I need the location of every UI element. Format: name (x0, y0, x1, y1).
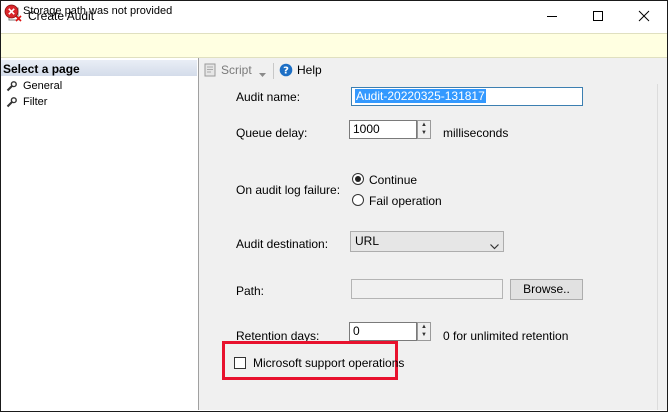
vertical-scrollbar[interactable] (657, 84, 667, 410)
page-item-filter[interactable]: Filter (6, 94, 47, 110)
stepper-down-icon[interactable]: ▼ (418, 331, 430, 339)
queue-delay-label: Queue delay: (236, 126, 308, 140)
toolbar-separator (273, 63, 274, 79)
page-item-general-label: General (23, 80, 63, 92)
script-button[interactable]: Script (203, 63, 252, 77)
destination-value: URL (355, 234, 380, 248)
page-item-general[interactable]: General (6, 78, 62, 94)
audit-name-label: Audit name: (236, 90, 301, 104)
ms-support-label[interactable]: Microsoft support operations (253, 356, 404, 370)
audit-name-input[interactable]: Audit-20220325-131817 (351, 87, 583, 106)
radio-selected-dot (355, 176, 361, 182)
queue-delay-input[interactable]: 1000 (349, 120, 417, 139)
destination-label: Audit destination: (236, 237, 329, 251)
destination-dropdown-arrow[interactable] (490, 239, 499, 253)
queue-delay-stepper[interactable]: ▲ ▼ (417, 120, 431, 139)
page-selector-pane (1, 58, 199, 410)
fail-operation-radio[interactable] (352, 194, 364, 206)
path-input[interactable] (351, 279, 503, 299)
chevron-down-icon (259, 73, 266, 77)
script-dropdown-arrow[interactable] (259, 67, 266, 81)
path-label: Path: (236, 284, 265, 298)
minimize-button[interactable] (529, 1, 575, 31)
page-selector-title: Select a page (3, 62, 80, 76)
help-label: Help (297, 63, 322, 77)
ms-support-checkbox[interactable] (234, 357, 246, 369)
maximize-icon (593, 11, 603, 21)
error-bar (1, 33, 667, 58)
script-label: Script (221, 63, 252, 77)
toolbar (199, 58, 667, 84)
fail-operation-radio-label[interactable]: Fail operation (369, 194, 442, 208)
continue-radio-label[interactable]: Continue (369, 173, 417, 187)
close-button[interactable] (621, 1, 667, 31)
help-icon: ? (279, 63, 293, 77)
minimize-icon (547, 16, 557, 17)
maximize-button[interactable] (575, 1, 621, 31)
retention-days-value: 0 (353, 324, 360, 338)
chevron-down-icon (490, 244, 499, 250)
wrench-icon (6, 80, 17, 91)
stepper-up-icon[interactable]: ▲ (418, 121, 430, 129)
stepper-down-icon[interactable]: ▼ (418, 129, 430, 137)
script-icon (204, 63, 216, 77)
stepper-up-icon[interactable]: ▲ (418, 323, 430, 331)
close-icon (638, 10, 650, 22)
queue-delay-unit: milliseconds (443, 126, 509, 140)
error-icon (4, 4, 19, 19)
error-message: Storage path was not provided (23, 5, 173, 17)
browse-button[interactable]: Browse.. (510, 279, 583, 300)
retention-days-stepper[interactable]: ▲ ▼ (417, 322, 431, 341)
continue-radio[interactable] (352, 173, 364, 185)
destination-select[interactable]: URL (350, 231, 504, 252)
page-item-filter-label: Filter (23, 96, 48, 108)
retention-days-input[interactable]: 0 (349, 322, 417, 341)
help-button[interactable]: ? Help (279, 63, 322, 77)
svg-text:?: ? (283, 66, 289, 77)
audit-name-value: Audit-20220325-131817 (355, 89, 486, 103)
wrench-icon (6, 96, 17, 107)
failure-label: On audit log failure: (236, 183, 341, 197)
queue-delay-value: 1000 (353, 122, 380, 136)
retention-days-hint: 0 for unlimited retention (443, 329, 569, 343)
